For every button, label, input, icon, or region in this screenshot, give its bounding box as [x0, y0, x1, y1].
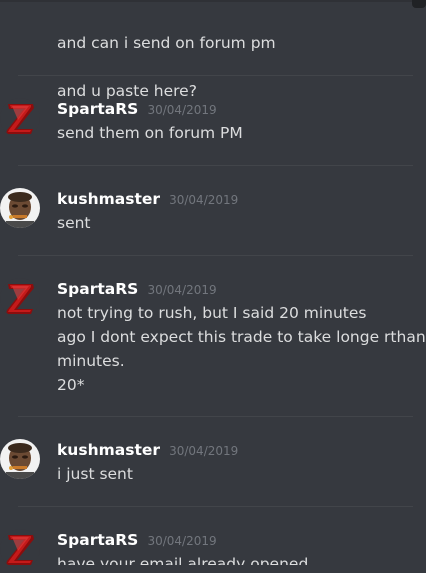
timestamp[interactable]: 30/04/2019	[147, 534, 216, 548]
timestamp[interactable]: 30/04/2019	[169, 193, 238, 207]
message-divider	[18, 416, 413, 417]
message-line: i just sent	[57, 465, 133, 483]
message-line: 20*	[57, 376, 85, 394]
message-content: not trying to rush, but I said 20 minute…	[57, 301, 426, 397]
chat-message-list[interactable]: and can i send on forum pm and u paste h…	[0, 0, 426, 573]
message-divider	[18, 165, 413, 166]
message-line: send them on forum PM	[57, 124, 243, 142]
message-divider	[18, 255, 413, 256]
message-line: sent	[57, 214, 91, 232]
message-content: sent	[57, 211, 423, 235]
kushmaster-avatar-icon[interactable]	[0, 188, 40, 228]
username[interactable]: kushmaster	[57, 190, 160, 208]
message-header: SpartaRS 30/04/2019	[57, 530, 217, 552]
message-line: not trying to rush, but I said 20 minute…	[57, 304, 367, 322]
top-edge	[0, 0, 426, 2]
message-line: minutes.	[57, 352, 125, 370]
timestamp[interactable]: 30/04/2019	[147, 103, 216, 117]
sparta-z-avatar-icon[interactable]	[0, 529, 40, 569]
message-header: kushmaster 30/04/2019	[57, 440, 238, 462]
message-line: and can i send on forum pm	[57, 34, 276, 52]
username[interactable]: SpartaRS	[57, 280, 138, 298]
username[interactable]: SpartaRS	[57, 100, 138, 118]
message-line: ago I dont expect this trade to take lon…	[57, 328, 426, 346]
timestamp[interactable]: 30/04/2019	[169, 444, 238, 458]
sparta-z-avatar-icon[interactable]	[0, 98, 40, 138]
kushmaster-avatar-icon[interactable]	[0, 439, 40, 479]
message-content: send them on forum PM	[57, 121, 423, 145]
message-header: SpartaRS 30/04/2019	[57, 99, 217, 121]
timestamp[interactable]: 30/04/2019	[147, 283, 216, 297]
message-content: i just sent	[57, 462, 423, 486]
viewport-bottom-edge	[0, 565, 426, 573]
username[interactable]: kushmaster	[57, 441, 160, 459]
message-header: kushmaster 30/04/2019	[57, 189, 238, 211]
message-divider	[18, 75, 413, 76]
message-header: SpartaRS 30/04/2019	[57, 279, 217, 301]
scrollbar-thumb[interactable]	[412, 0, 426, 8]
username[interactable]: SpartaRS	[57, 531, 138, 549]
message-divider	[18, 506, 413, 507]
sparta-z-avatar-icon[interactable]	[0, 278, 40, 318]
